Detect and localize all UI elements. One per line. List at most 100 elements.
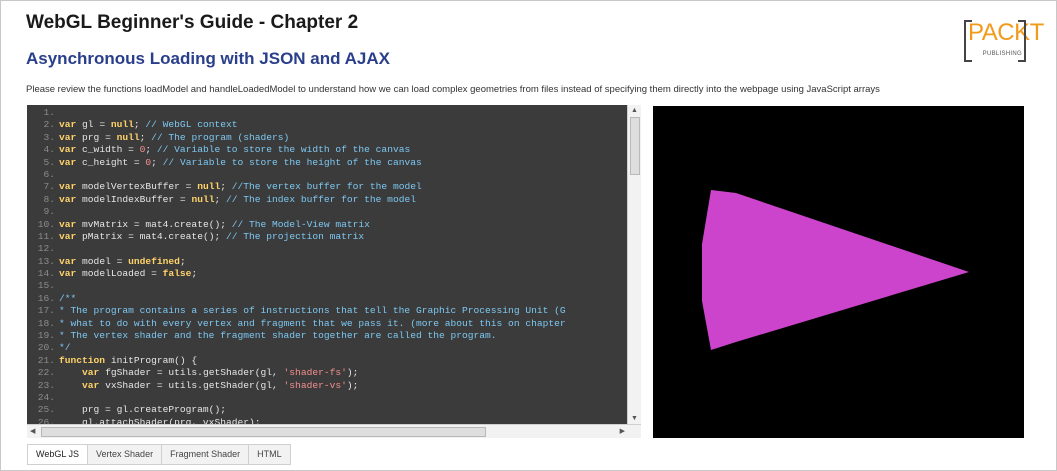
code-line[interactable]: 5. var c_height = 0; // Variable to store… bbox=[27, 157, 628, 169]
code-token: ; bbox=[145, 144, 157, 156]
code-token: modelIndexBuffer = bbox=[82, 193, 192, 205]
scroll-left-arrow-icon[interactable]: ◀ bbox=[30, 427, 35, 435]
code-token: mvMatrix = mat4.create(); bbox=[82, 218, 232, 230]
code-token: null bbox=[191, 193, 215, 205]
logo-brand: PACKT bbox=[968, 19, 1044, 46]
code-token: var bbox=[59, 255, 77, 267]
code-token: var bbox=[59, 156, 77, 168]
code-token: // The program (shaders) bbox=[151, 131, 290, 143]
rendered-cone-shape bbox=[702, 190, 969, 350]
code-token: null bbox=[116, 131, 140, 143]
horizontal-scroll-thumb[interactable] bbox=[41, 427, 486, 437]
webgl-canvas[interactable] bbox=[653, 106, 1024, 438]
code-token: ; bbox=[151, 156, 163, 168]
code-token: var bbox=[59, 193, 77, 205]
code-line[interactable]: 10. var mvMatrix = mat4.create(); // The … bbox=[27, 219, 628, 231]
horizontal-scrollbar[interactable]: ◀ ▶ bbox=[27, 424, 641, 438]
code-line[interactable]: 4. var c_width = 0; // Variable to store … bbox=[27, 144, 628, 156]
line-number: 23. bbox=[37, 379, 55, 391]
code-token: ; bbox=[220, 181, 232, 193]
code-token: ); bbox=[346, 379, 359, 391]
code-token: var bbox=[59, 230, 77, 242]
code-token: modelLoaded = bbox=[82, 268, 163, 280]
tab-html[interactable]: HTML bbox=[248, 444, 291, 465]
code-token: null bbox=[197, 181, 221, 193]
tab-vertex-shader[interactable]: Vertex Shader bbox=[87, 444, 162, 465]
code-token: prg = bbox=[82, 131, 117, 143]
code-line[interactable]: 8. var modelIndexBuffer = null; // The in… bbox=[27, 194, 628, 206]
code-line[interactable]: 18. * what to do with every vertex and fr… bbox=[27, 318, 628, 330]
logo-bracket-right bbox=[1018, 20, 1026, 62]
code-token: modelVertexBuffer = bbox=[82, 181, 198, 193]
packt-logo: PACKT PUBLISHING bbox=[964, 18, 1044, 62]
code-line[interactable]: 7. var modelVertexBuffer = null; //The ve… bbox=[27, 181, 628, 193]
code-token: // Variable to store the height of the c… bbox=[162, 156, 422, 168]
line-number: 6. bbox=[43, 168, 55, 180]
code-token: // The index buffer for the model bbox=[225, 193, 416, 205]
logo-tagline: PUBLISHING bbox=[982, 51, 1022, 57]
line-number: 16. bbox=[37, 292, 55, 304]
code-token: ; bbox=[191, 268, 198, 280]
code-token: var bbox=[59, 181, 77, 193]
code-token: fgShader = utils.getShader(gl, bbox=[99, 367, 284, 379]
code-token: // The projection matrix bbox=[225, 230, 365, 242]
line-number: 20. bbox=[37, 342, 55, 354]
code-token: initProgram() { bbox=[105, 354, 198, 366]
code-line[interactable]: 6. bbox=[27, 169, 628, 181]
code-token: var bbox=[59, 144, 77, 156]
code-line[interactable]: 12. bbox=[27, 243, 628, 255]
vertical-scrollbar[interactable]: ▲ ▼ bbox=[627, 105, 641, 425]
line-number: 1. bbox=[43, 107, 55, 118]
code-token: false bbox=[162, 268, 192, 280]
code-line[interactable]: 1. bbox=[27, 107, 628, 119]
code-line[interactable]: 22. var fgShader = utils.getShader(gl, '… bbox=[27, 367, 628, 379]
code-line[interactable]: 15. bbox=[27, 280, 628, 292]
line-number: 4. bbox=[43, 144, 55, 156]
code-token: ; bbox=[179, 255, 186, 267]
code-token: model = bbox=[82, 255, 129, 267]
line-number: 21. bbox=[37, 354, 55, 366]
line-number: 24. bbox=[37, 391, 55, 403]
code-token: var bbox=[59, 218, 77, 230]
code-editor[interactable]: 1. 2. var gl = null; // WebGL context 3. var… bbox=[27, 105, 641, 438]
scroll-down-arrow-icon[interactable]: ▼ bbox=[631, 415, 638, 423]
code-line[interactable]: 16. /** bbox=[27, 293, 628, 305]
vertical-scroll-thumb[interactable] bbox=[630, 117, 640, 175]
code-line[interactable]: 11. var pMatrix = mat4.create(); // The p… bbox=[27, 231, 628, 243]
code-line[interactable]: 20. */ bbox=[27, 342, 628, 354]
code-line[interactable]: 17. * The program contains a series of in… bbox=[27, 305, 628, 317]
line-number: 22. bbox=[37, 367, 55, 379]
code-line[interactable]: 25. prg = gl.createProgram(); bbox=[27, 404, 628, 416]
code-token: undefined bbox=[128, 255, 180, 267]
tab-webgl-js[interactable]: WebGL JS bbox=[27, 444, 88, 465]
code-token: //The vertex buffer for the model bbox=[231, 181, 422, 193]
code-token: var bbox=[82, 367, 100, 379]
line-number: 8. bbox=[43, 193, 55, 205]
code-token: */ bbox=[59, 342, 71, 354]
code-token: var bbox=[82, 379, 100, 391]
code-line[interactable]: 2. var gl = null; // WebGL context bbox=[27, 119, 628, 131]
code-line[interactable]: 24. bbox=[27, 392, 628, 404]
code-line[interactable]: 21. function initProgram() { bbox=[27, 355, 628, 367]
code-token: gl = bbox=[82, 119, 111, 131]
code-line[interactable]: 14. var modelLoaded = false; bbox=[27, 268, 628, 280]
code-line[interactable]: 9. bbox=[27, 206, 628, 218]
code-line[interactable]: 23. var vxShader = utils.getShader(gl, '… bbox=[27, 380, 628, 392]
code-token: /** bbox=[59, 292, 77, 304]
code-line[interactable]: 13. var model = undefined; bbox=[27, 256, 628, 268]
code-token: // Variable to store the width of the ca… bbox=[156, 144, 411, 156]
line-number: 9. bbox=[43, 206, 55, 218]
code-lines[interactable]: 1. 2. var gl = null; // WebGL context 3. var… bbox=[27, 107, 628, 429]
code-line[interactable]: 3. var prg = null; // The program (shader… bbox=[27, 132, 628, 144]
line-number: 12. bbox=[37, 243, 55, 255]
tab-fragment-shader[interactable]: Fragment Shader bbox=[161, 444, 249, 465]
code-token: c_width = bbox=[82, 144, 140, 156]
code-line[interactable]: 19. * The vertex shader and the fragment … bbox=[27, 330, 628, 342]
code-token: * The vertex shader and the fragment sha… bbox=[59, 330, 497, 342]
line-number: 14. bbox=[37, 268, 55, 280]
line-number: 3. bbox=[43, 131, 55, 143]
scroll-right-arrow-icon[interactable]: ▶ bbox=[620, 427, 625, 435]
code-token: 'shader-vs' bbox=[283, 379, 347, 391]
scroll-up-arrow-icon[interactable]: ▲ bbox=[631, 107, 638, 115]
